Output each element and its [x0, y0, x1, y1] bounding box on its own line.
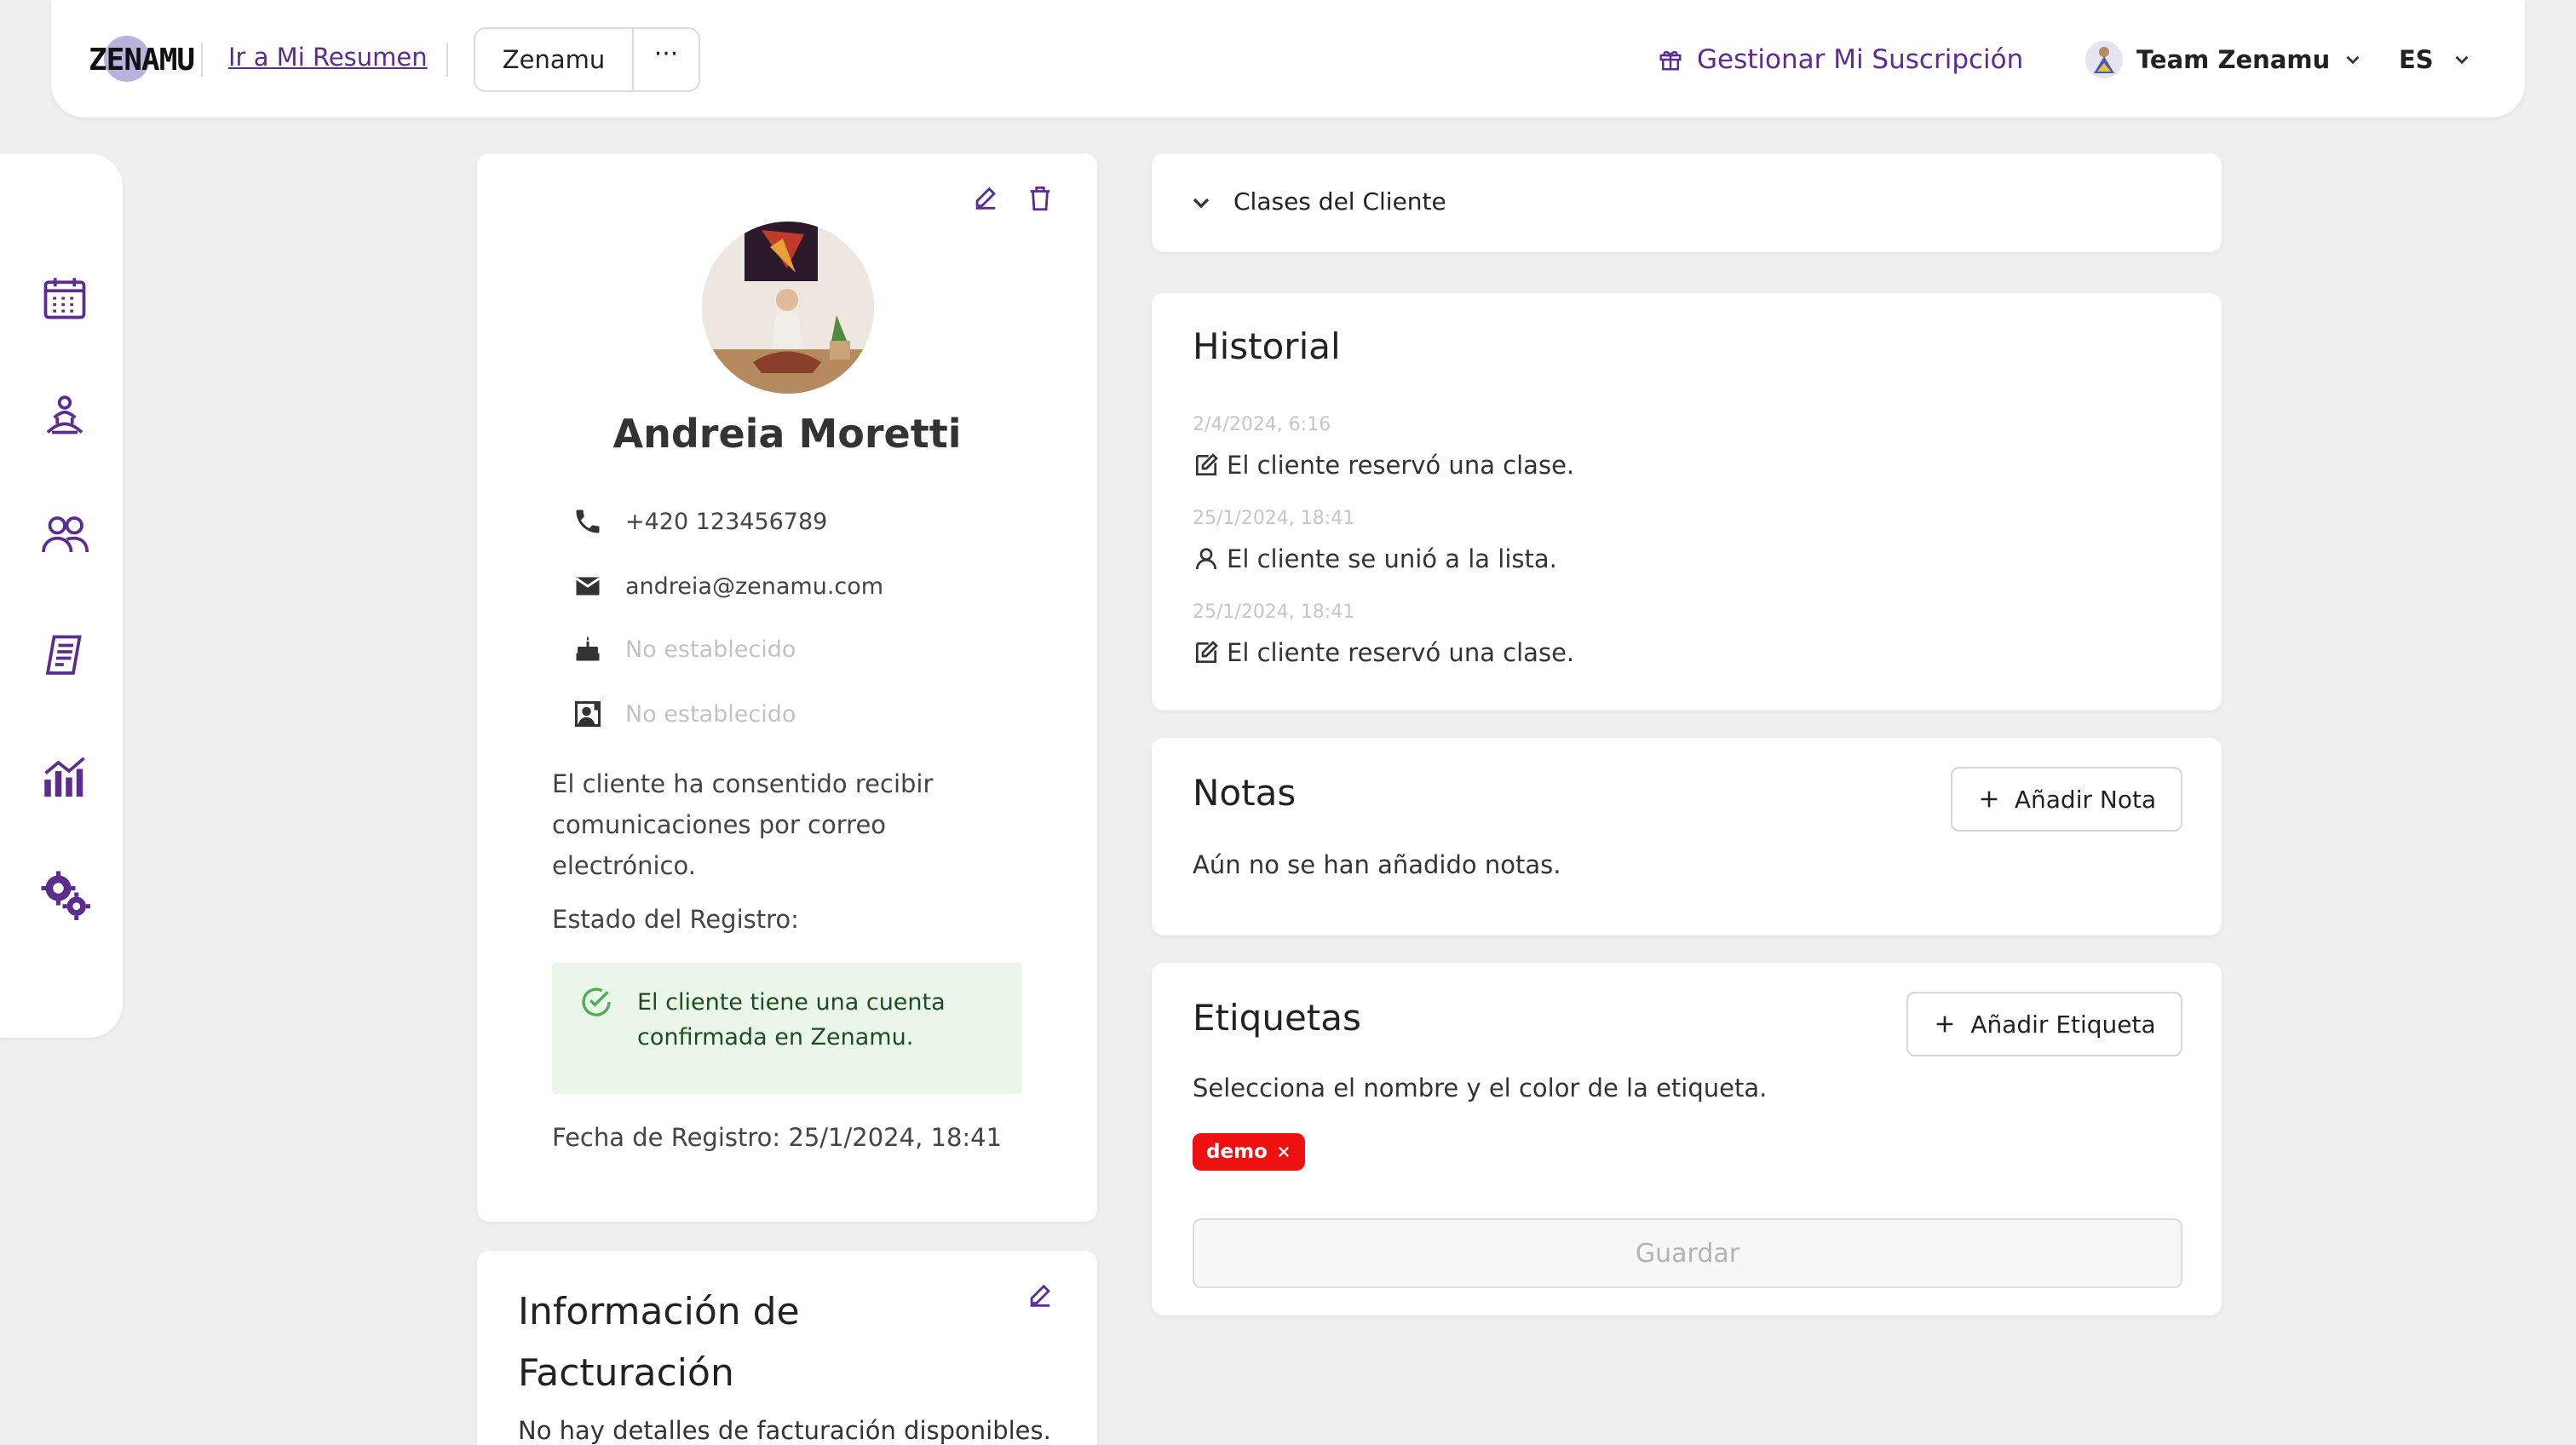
id-value: No establecido — [625, 700, 796, 728]
history-entry-text: El cliente se unió a la lista. — [1227, 544, 1557, 573]
id-row: No establecido — [572, 695, 796, 733]
subscription-label: Gestionar Mi Suscripción — [1697, 44, 2024, 75]
add-note-button[interactable]: Añadir Nota — [1951, 767, 2182, 832]
email-row: andreia@zenamu.com — [572, 567, 883, 605]
id-card-icon — [575, 701, 601, 727]
add-tag-label: Añadir Etiqueta — [1970, 1010, 2156, 1039]
phone-row: +420 123456789 — [572, 503, 827, 540]
tags-title: Etiquetas — [1193, 997, 1361, 1039]
plus-icon — [1981, 791, 1998, 808]
sidebar-item-settings[interactable] — [39, 869, 90, 920]
chevron-down-icon — [1193, 198, 1210, 209]
avatar-photo — [702, 222, 874, 394]
add-note-label: Añadir Nota — [2014, 785, 2157, 814]
registration-status-label: Estado del Registro: — [552, 905, 799, 934]
settings-icon — [41, 871, 90, 920]
more-options-button[interactable]: ··· — [634, 29, 699, 90]
sidebar — [0, 153, 123, 1038]
user-icon — [1196, 548, 1216, 570]
close-icon[interactable] — [1276, 1144, 1291, 1160]
stats-icon — [44, 757, 85, 797]
client-avatar — [702, 222, 874, 394]
client-name: Andreia Moretti — [612, 411, 962, 457]
users-icon — [42, 516, 89, 553]
edit-icon — [1196, 641, 1218, 663]
language-selector[interactable]: ES — [2399, 41, 2473, 78]
logo-text: ZENAMU — [89, 43, 195, 78]
client-classes-title: Clases del Cliente — [1233, 187, 1446, 216]
notes-title: Notas — [1193, 772, 1297, 814]
plus-icon — [1936, 1016, 1953, 1033]
team-name: Team Zenamu — [2136, 45, 2331, 74]
history-time: 2/4/2024, 6:16 — [1193, 414, 1331, 435]
manage-subscription-button[interactable]: Gestionar Mi Suscripción — [1658, 41, 2023, 78]
sidebar-item-statistics[interactable] — [39, 750, 90, 801]
history-title: Historial — [1193, 325, 1341, 367]
studio-selector: Zenamu ··· — [474, 27, 700, 92]
mail-icon — [575, 577, 601, 596]
sidebar-item-clients[interactable] — [39, 509, 90, 561]
calendar-icon — [43, 278, 86, 320]
registration-status-text: El cliente tiene una cuenta confirmada e… — [637, 989, 946, 1051]
add-tag-button[interactable]: Añadir Etiqueta — [1906, 992, 2182, 1056]
language-label: ES — [2399, 45, 2434, 74]
birthday-row: No establecido — [572, 630, 796, 668]
chevron-down-icon — [2455, 55, 2469, 65]
team-menu[interactable]: Team Zenamu — [2084, 34, 2364, 85]
email-value: andreia@zenamu.com — [625, 573, 884, 600]
studio-button[interactable]: Zenamu — [475, 29, 634, 90]
history-card: Historial 2/4/2024, 6:16 El cliente rese… — [1152, 293, 2222, 711]
edit-icon[interactable] — [1026, 1281, 1055, 1310]
client-classes-accordion[interactable]: Clases del Cliente — [1152, 153, 2222, 252]
billing-title: Información de Facturación — [518, 1290, 800, 1395]
divider — [201, 43, 203, 77]
sidebar-item-calendar[interactable] — [39, 273, 90, 324]
top-bar: ZENAMU Ir a Mi Resumen Zenamu ··· Gestio… — [51, 0, 2525, 118]
team-avatar-icon — [2085, 41, 2123, 78]
history-entry: El cliente se unió a la lista. — [1193, 544, 1557, 574]
notes-card: Notas Añadir Nota Aún no se han añadido … — [1152, 738, 2222, 936]
email-consent-text: El cliente ha consentido recibir comunic… — [552, 769, 934, 880]
history-time: 25/1/2024, 18:41 — [1193, 508, 1355, 529]
history-entry-text: El cliente reservó una clase. — [1227, 638, 1575, 667]
zenamu-logo[interactable]: ZENAMU — [89, 31, 195, 90]
gift-icon — [1659, 50, 1682, 71]
billing-empty-text: No hay detalles de facturación disponibl… — [518, 1416, 1051, 1445]
phone-icon — [576, 509, 600, 533]
history-entry: El cliente reservó una clase. — [1193, 450, 1574, 481]
tag-label: demo — [1206, 1141, 1268, 1163]
meditation-icon — [46, 395, 83, 435]
birthday-value: No establecido — [625, 636, 796, 663]
divider — [446, 43, 448, 77]
edit-icon[interactable] — [971, 184, 1000, 213]
notes-empty-text: Aún no se han añadido notas. — [1193, 850, 1561, 879]
receipt-icon — [45, 635, 82, 675]
summary-link[interactable]: Ir a Mi Resumen — [228, 43, 428, 72]
sidebar-item-classes[interactable] — [39, 392, 90, 443]
history-time: 25/1/2024, 18:41 — [1193, 602, 1355, 623]
trash-icon[interactable] — [1026, 184, 1055, 213]
tags-description: Selecciona el nombre y el color de la et… — [1193, 1074, 1768, 1102]
sidebar-item-invoices[interactable] — [39, 630, 90, 682]
check-circle-icon — [582, 987, 611, 1016]
registration-status-alert: El cliente tiene una cuenta confirmada e… — [552, 963, 1022, 1094]
chevron-down-icon — [2346, 55, 2360, 65]
client-profile-card: Andreia Moretti +420 123456789 andreia@z… — [477, 153, 1097, 1222]
save-button[interactable]: Guardar — [1193, 1218, 2182, 1288]
history-entry-text: El cliente reservó una clase. — [1227, 451, 1575, 480]
billing-card: Información de Facturación No hay detall… — [477, 1251, 1097, 1445]
cake-icon — [576, 636, 600, 661]
history-entry: El cliente reservó una clase. — [1193, 637, 1574, 668]
tags-card: Etiquetas Añadir Etiqueta Selecciona el … — [1152, 963, 2222, 1315]
registration-date: Fecha de Registro: 25/1/2024, 18:41 — [552, 1123, 1003, 1152]
tag-chip: demo — [1193, 1133, 1305, 1171]
edit-icon — [1196, 453, 1218, 475]
phone-value: +420 123456789 — [625, 508, 828, 535]
